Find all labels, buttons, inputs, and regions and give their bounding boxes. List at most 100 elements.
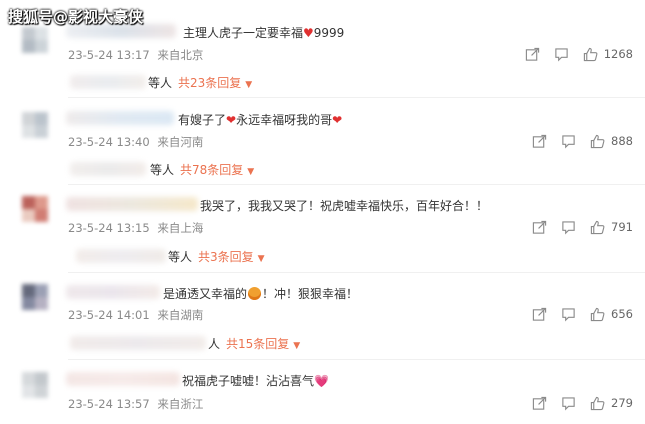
- comment-text: 有嫂子了❤永远幸福呀我的哥❤: [178, 111, 342, 128]
- chevron-down-icon[interactable]: ▼: [245, 80, 252, 90]
- thumbs-up-icon: [590, 307, 605, 321]
- replies-summary: 等人 共78条回复 ▼: [150, 161, 254, 178]
- watermark: 搜狐号@影视大豪侠: [8, 8, 144, 26]
- share-button[interactable]: [532, 220, 547, 235]
- like-button[interactable]: 656: [590, 307, 633, 322]
- comment-body: 祝福虎子嘘嘘！沾沾喜气: [182, 374, 315, 388]
- blurred-username: [66, 111, 174, 125]
- like-button[interactable]: 791: [590, 220, 633, 235]
- comment-meta: 23-5-24 14:01 来自湖南: [68, 307, 207, 323]
- view-replies-link[interactable]: 共3条回复: [198, 250, 254, 264]
- tiger-face-icon: [248, 287, 262, 300]
- replies-prefix: 人: [208, 337, 221, 351]
- thumbs-up-icon: [583, 47, 598, 61]
- like-count: 888: [611, 134, 633, 148]
- share-icon: [532, 396, 547, 410]
- replies-summary: 等人 共23条回复 ▼: [148, 74, 252, 91]
- comment-actions: 656: [518, 305, 633, 323]
- comment-body: 主理人虎子一定要幸福: [183, 26, 304, 40]
- heart-icon: 💗: [314, 374, 329, 388]
- comment-text: 主理人虎子一定要幸福♥9999: [183, 24, 344, 41]
- comment-location: 来自浙江: [157, 397, 204, 411]
- chevron-down-icon[interactable]: ▼: [247, 167, 254, 177]
- comment-body: 我哭了，我我又哭了！祝虎嘘幸福快乐，百年好合！！: [200, 199, 489, 213]
- like-button[interactable]: 1268: [583, 47, 633, 62]
- comment-location: 来自北京: [157, 48, 204, 62]
- comment-date: 23-5-24 13:15: [68, 221, 150, 235]
- comment-actions: 279: [518, 394, 633, 412]
- blurred-reply-avatars: [70, 336, 206, 350]
- comment-meta: 23-5-24 13:15 来自上海: [68, 220, 207, 236]
- comment-icon: [555, 47, 568, 61]
- comment-button[interactable]: [561, 396, 576, 411]
- comment-button[interactable]: [561, 134, 576, 149]
- share-button[interactable]: [532, 307, 547, 322]
- blurred-username: [66, 372, 180, 386]
- comment-date: 23-5-24 13:57: [68, 397, 150, 411]
- like-count: 279: [611, 396, 633, 410]
- blurred-reply-avatars: [70, 75, 146, 89]
- comment-icon: [562, 134, 575, 148]
- share-icon: [532, 134, 547, 148]
- comment-location: 来自上海: [157, 221, 204, 235]
- avatar[interactable]: [22, 112, 48, 138]
- view-replies-link[interactable]: 共23条回复: [178, 76, 241, 90]
- comment-date: 23-5-24 13:40: [68, 135, 150, 149]
- heart-icon: ❤: [226, 113, 237, 127]
- blurred-username: [66, 197, 198, 211]
- comment-location: 来自河南: [157, 135, 204, 149]
- like-button[interactable]: 279: [590, 396, 633, 411]
- avatar[interactable]: [22, 196, 48, 222]
- comment-text: 我哭了，我我又哭了！祝虎嘘幸福快乐，百年好合！！: [200, 197, 488, 214]
- comment-body-suffix: ！冲！狠狠幸福！: [262, 287, 359, 301]
- comment-date: 23-5-24 13:17: [68, 48, 150, 62]
- replies-prefix: 等人: [150, 163, 175, 177]
- share-icon: [532, 220, 547, 234]
- thumbs-up-icon: [590, 220, 605, 234]
- comment-meta: 23-5-24 13:17 来自北京: [68, 47, 207, 63]
- share-icon: [532, 307, 547, 321]
- thumbs-up-icon: [590, 396, 605, 410]
- like-count: 791: [611, 220, 633, 234]
- avatar[interactable]: [22, 27, 48, 53]
- comment-icon: [562, 396, 575, 410]
- share-button[interactable]: [525, 47, 540, 62]
- comment-location: 来自湖南: [157, 308, 204, 322]
- like-button[interactable]: 888: [590, 134, 633, 149]
- heart-icon: ♥: [303, 26, 314, 40]
- comment-button[interactable]: [554, 47, 569, 62]
- comment-button[interactable]: [561, 220, 576, 235]
- comment-body-suffix: 永远幸福呀我的哥: [236, 113, 333, 127]
- share-button[interactable]: [532, 134, 547, 149]
- view-replies-link[interactable]: 共15条回复: [226, 337, 289, 351]
- comment-actions: 791: [518, 218, 633, 236]
- like-count: 656: [611, 307, 633, 321]
- comment-actions: 888: [518, 132, 633, 150]
- chevron-down-icon[interactable]: ▼: [258, 254, 265, 264]
- avatar[interactable]: [22, 372, 48, 398]
- blurred-username: [66, 285, 160, 299]
- view-replies-link[interactable]: 共78条回复: [180, 163, 243, 177]
- comment-icon: [562, 220, 575, 234]
- blurred-reply-avatars: [76, 249, 166, 263]
- like-count: 1268: [603, 47, 633, 61]
- divider: [68, 359, 645, 360]
- comment-meta: 23-5-24 13:40 来自河南: [68, 134, 207, 150]
- divider: [68, 184, 645, 185]
- comment-meta: 23-5-24 13:57 来自浙江: [68, 396, 207, 412]
- divider: [68, 97, 645, 98]
- replies-prefix: 等人: [168, 250, 193, 264]
- replies-summary: 等人 共3条回复 ▼: [168, 248, 265, 265]
- divider: [68, 272, 645, 273]
- comment-date: 23-5-24 14:01: [68, 308, 150, 322]
- comment-button[interactable]: [561, 307, 576, 322]
- comment-body: 有嫂子了: [178, 113, 227, 127]
- heart-icon: ❤: [332, 113, 343, 127]
- share-button[interactable]: [532, 396, 547, 411]
- chevron-down-icon[interactable]: ▼: [293, 341, 300, 351]
- comment-body: 是通透又幸福的: [163, 287, 248, 301]
- comment-text: 祝福虎子嘘嘘！沾沾喜气💗: [182, 372, 329, 389]
- share-icon: [525, 47, 539, 61]
- comment-icon: [562, 307, 575, 321]
- avatar[interactable]: [22, 284, 48, 310]
